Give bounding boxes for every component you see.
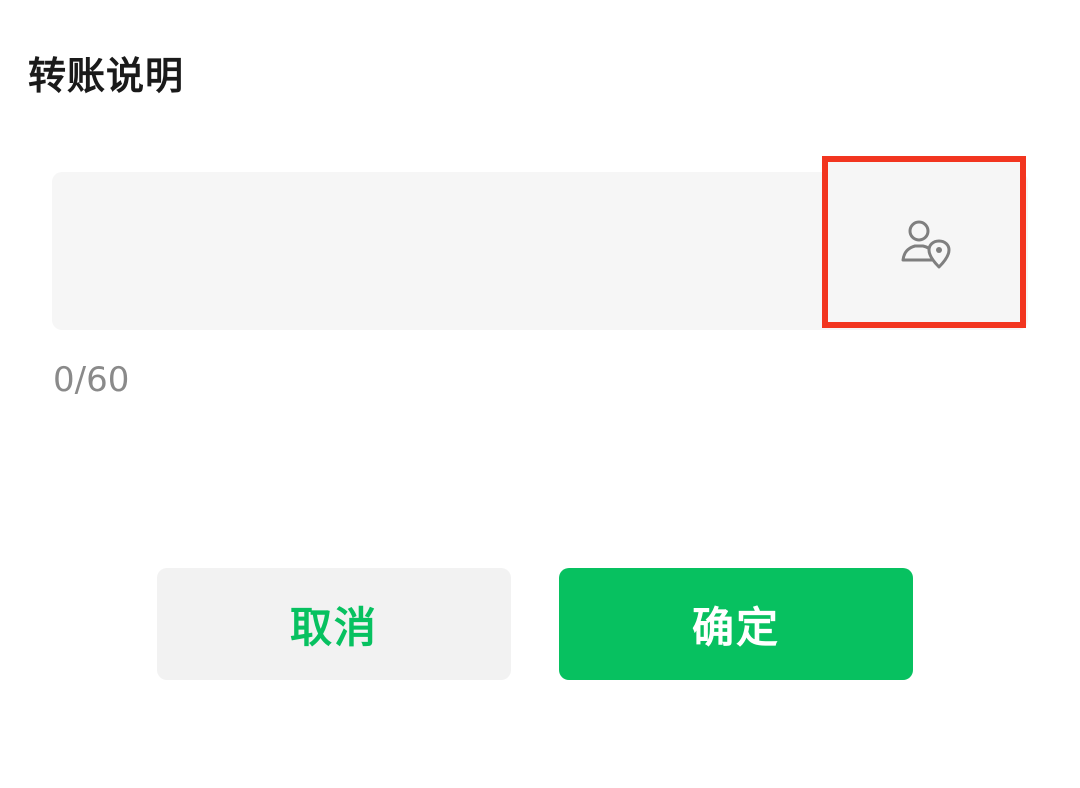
- person-location-icon: [901, 220, 951, 269]
- confirm-button[interactable]: 确定: [559, 568, 913, 680]
- remark-user-button[interactable]: [822, 156, 1026, 328]
- cancel-button[interactable]: 取消: [157, 568, 511, 680]
- transfer-note-dialog: 转账说明 0/60 取消 确定: [0, 0, 1080, 788]
- transfer-note-input-box[interactable]: [52, 156, 1028, 330]
- transfer-note-input[interactable]: [52, 172, 822, 330]
- character-counter: 0/60: [53, 360, 130, 400]
- dialog-title: 转账说明: [28, 54, 185, 98]
